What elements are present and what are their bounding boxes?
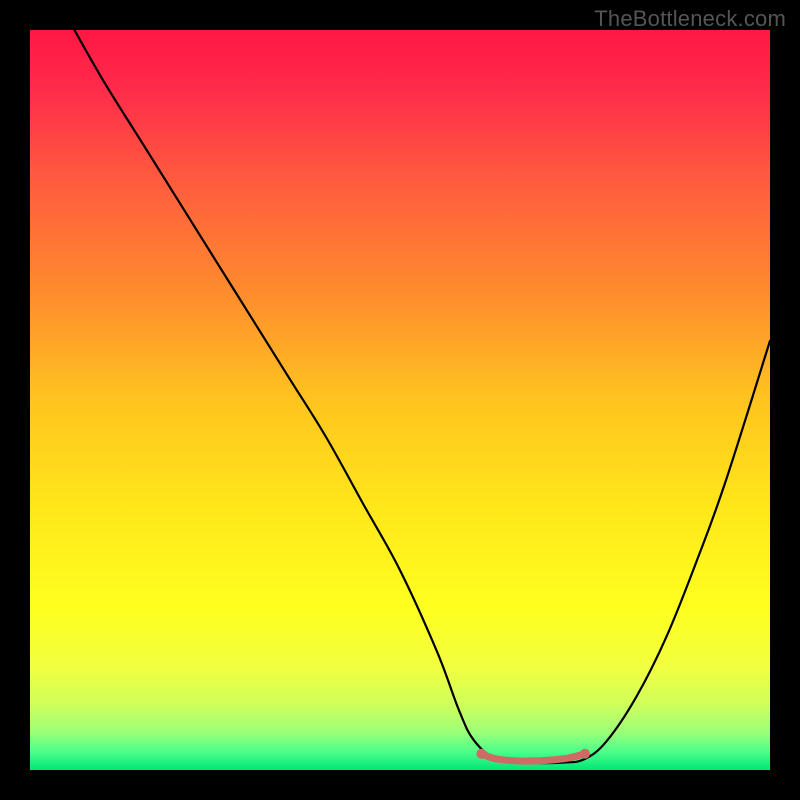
gradient-background: [30, 30, 770, 770]
chart-frame: TheBottleneck.com: [0, 0, 800, 800]
plot-area: [30, 30, 770, 770]
watermark-text: TheBottleneck.com: [594, 6, 786, 32]
